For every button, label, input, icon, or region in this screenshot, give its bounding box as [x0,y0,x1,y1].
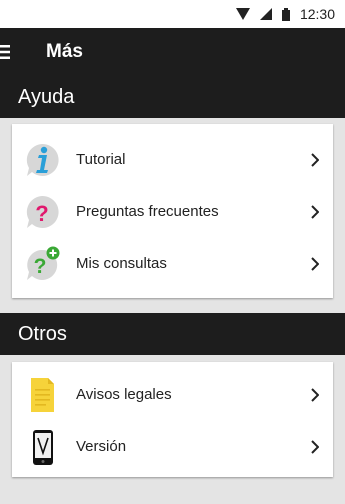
phone-version-icon [24,429,60,465]
question-icon: ? [24,194,60,230]
section-title: Otros [18,323,67,345]
status-time: 12:30 [299,6,335,22]
svg-text:?: ? [34,255,47,278]
menu-icon[interactable] [0,28,20,76]
list-item-avisos-legales[interactable]: Avisos legales [12,368,333,420]
chevron-right-icon [311,205,319,219]
question-add-icon: ? [24,246,60,282]
battery-icon [281,7,290,21]
section-header-ayuda: Ayuda [0,76,345,118]
document-icon [24,377,60,413]
list-item-label: Avisos legales [76,385,172,403]
app-bar: Más [0,28,345,76]
page-title: Más [46,41,83,62]
list-item-label: Tutorial [76,150,126,168]
chevron-right-icon [311,388,319,402]
section-title: Ayuda [18,86,75,108]
chevron-right-icon [311,440,319,454]
list-item-label: Preguntas frecuentes [76,202,219,220]
list-item-tutorial[interactable]: Tutorial [12,133,333,185]
section-header-otros: Otros [0,313,345,355]
help-card: Tutorial ? Preguntas frecuentes ? Mis co… [12,124,333,298]
status-bar: 12:30 [0,0,345,28]
list-item-label: Versión [76,437,127,455]
list-item-mis-consultas[interactable]: ? Mis consultas [12,237,333,289]
chevron-right-icon [311,257,319,271]
wifi-icon [235,8,250,20]
svg-text:?: ? [35,201,48,226]
list-item-label: Mis consultas [76,254,167,272]
signal-icon [259,8,272,20]
list-item-version[interactable]: Versión [12,420,333,472]
others-card: Avisos legales Versión [12,362,333,477]
list-item-faq[interactable]: ? Preguntas frecuentes [12,185,333,237]
info-icon [24,142,60,178]
chevron-right-icon [311,153,319,167]
